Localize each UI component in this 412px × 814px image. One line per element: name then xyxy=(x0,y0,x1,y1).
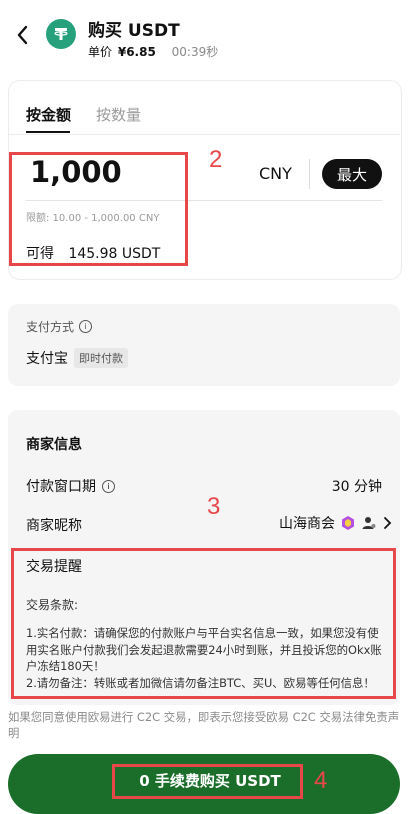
merchant-nick[interactable]: 山海商会 xyxy=(279,513,392,533)
countdown: 00:39秒 xyxy=(171,45,219,59)
tab-by-amount[interactable]: 按金额 xyxy=(26,104,71,125)
tab-by-quantity[interactable]: 按数量 xyxy=(96,104,141,125)
page-title: 购买 USDT xyxy=(88,21,180,41)
usdt-logo xyxy=(46,19,76,49)
merchant-nick-label: 商家昵称 xyxy=(26,518,82,534)
chevron-right-icon xyxy=(384,517,392,529)
tether-icon xyxy=(54,28,68,40)
payment-window-label: 付款窗口期 i xyxy=(26,476,115,496)
merchant-section-title: 商家信息 xyxy=(26,437,82,453)
info-icon[interactable]: i xyxy=(79,320,93,333)
unit-price-label: 单价 xyxy=(88,45,113,59)
currency-divider xyxy=(309,159,310,189)
unit-price: 单价 ¥6.85 00:39秒 xyxy=(88,43,218,60)
max-button[interactable]: 最大 xyxy=(322,159,382,189)
unit-price-value: ¥6.85 xyxy=(117,45,156,59)
tab-underline xyxy=(26,131,70,133)
payment-window-value: 30 分钟 xyxy=(331,479,382,495)
info-icon[interactable]: i xyxy=(102,479,115,493)
annotation-box-3a xyxy=(11,548,396,699)
disclaimer[interactable]: 如果您同意使用欧易进行 C2C 交易，即表示您接受欧易 C2C 交易法律免责声明 xyxy=(8,709,400,741)
back-button[interactable] xyxy=(12,22,34,48)
annotation-label-2: 2 xyxy=(209,146,223,173)
payment-window-text: 付款窗口期 xyxy=(26,479,96,495)
payment-title-label: 支付方式 xyxy=(26,320,75,334)
payment-tag: 即时付款 xyxy=(74,348,128,368)
annotation-label-4: 4 xyxy=(314,767,328,794)
currency-label: CNY xyxy=(259,164,292,183)
payment-card[interactable] xyxy=(8,304,400,386)
diamond-badge-icon xyxy=(342,516,354,530)
merchant-nick-value: 山海商会 xyxy=(279,516,335,532)
user-verified-icon xyxy=(362,517,376,529)
annotation-box-4 xyxy=(112,764,303,799)
tabs-divider xyxy=(8,134,400,135)
annotation-label-3: 3 xyxy=(207,493,221,520)
payment-method-name: 支付宝 xyxy=(26,351,68,367)
chevron-left-icon xyxy=(17,25,28,45)
payment-method: 支付宝 即时付款 xyxy=(26,348,128,368)
payment-title: 支付方式 i xyxy=(26,318,93,335)
annotation-box-2 xyxy=(9,152,188,266)
